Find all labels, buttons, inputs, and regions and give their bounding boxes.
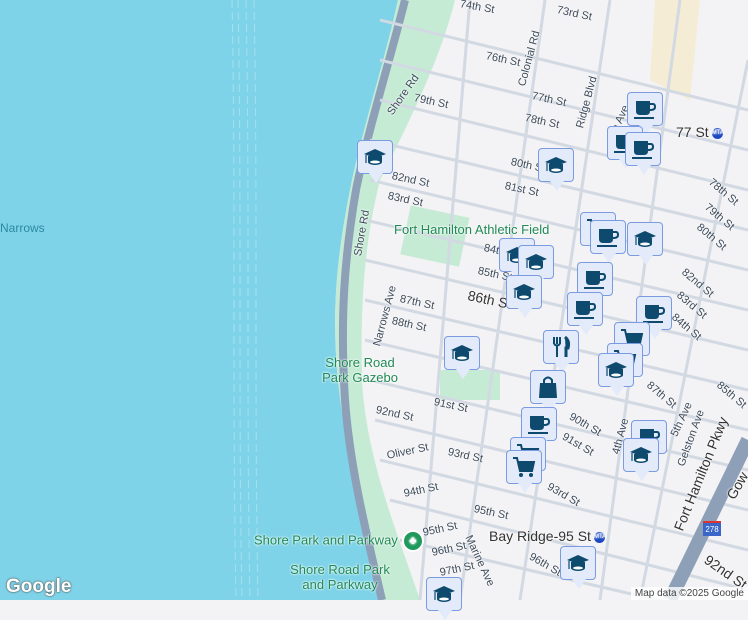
bag-marker[interactable] xyxy=(530,370,566,413)
park-label: Fort Hamilton Athletic Field xyxy=(394,222,550,237)
school-marker[interactable] xyxy=(357,140,393,183)
school-marker[interactable] xyxy=(627,222,663,265)
school-marker[interactable] xyxy=(506,275,542,318)
restaurant-marker[interactable] xyxy=(543,330,579,373)
restaurant-icon xyxy=(553,335,571,357)
coffee-icon xyxy=(632,141,655,159)
coffee-marker[interactable] xyxy=(625,132,661,175)
subway-icon: MTA xyxy=(711,127,724,139)
water-label: Narrows xyxy=(0,221,45,235)
school-icon xyxy=(630,447,652,463)
school-icon xyxy=(513,284,535,300)
coffee-icon xyxy=(574,301,597,319)
park-label: Shore Park and Parkway ♣ xyxy=(254,530,424,552)
coffee-marker[interactable] xyxy=(627,92,663,135)
coffee-icon xyxy=(634,101,657,119)
school-marker[interactable] xyxy=(444,336,480,379)
tree-icon: ♣ xyxy=(401,530,424,552)
park-label: Shore Road Park Gazebo xyxy=(322,355,398,385)
school-icon xyxy=(433,586,455,602)
coffee-icon xyxy=(584,271,607,289)
google-logo: Google xyxy=(6,576,72,597)
transit-station-bay-ridge-95-st[interactable]: Bay Ridge-95 St MTA xyxy=(489,528,606,544)
cart-icon xyxy=(513,457,536,477)
school-icon xyxy=(634,231,656,247)
school-marker[interactable] xyxy=(598,353,634,396)
school-marker[interactable] xyxy=(538,148,574,191)
highway-shield: 278 xyxy=(703,521,721,536)
school-icon xyxy=(451,345,473,361)
coffee-icon xyxy=(528,416,551,434)
school-icon xyxy=(364,149,386,165)
school-icon xyxy=(605,362,627,378)
school-marker[interactable] xyxy=(560,546,596,589)
cart-marker[interactable] xyxy=(506,450,542,493)
coffee-marker[interactable] xyxy=(521,407,557,450)
school-icon xyxy=(525,254,547,270)
school-marker[interactable] xyxy=(623,438,659,481)
map-attribution: Map data ©2025 Google xyxy=(630,587,748,600)
coffee-marker[interactable] xyxy=(590,220,626,263)
commercial-strip xyxy=(650,0,700,100)
school-marker[interactable] xyxy=(426,577,462,620)
school-marker[interactable] xyxy=(518,245,554,288)
coffee-marker[interactable] xyxy=(567,292,603,335)
school-icon xyxy=(545,157,567,173)
subway-icon: MTA xyxy=(593,531,606,543)
school-icon xyxy=(567,555,589,571)
coffee-marker[interactable] xyxy=(577,262,613,305)
bag-icon xyxy=(539,376,557,398)
park-label: Shore Road Park and Parkway xyxy=(290,562,390,592)
transit-station-77-st[interactable]: 77 St MTA xyxy=(676,124,724,140)
coffee-icon xyxy=(597,229,620,247)
